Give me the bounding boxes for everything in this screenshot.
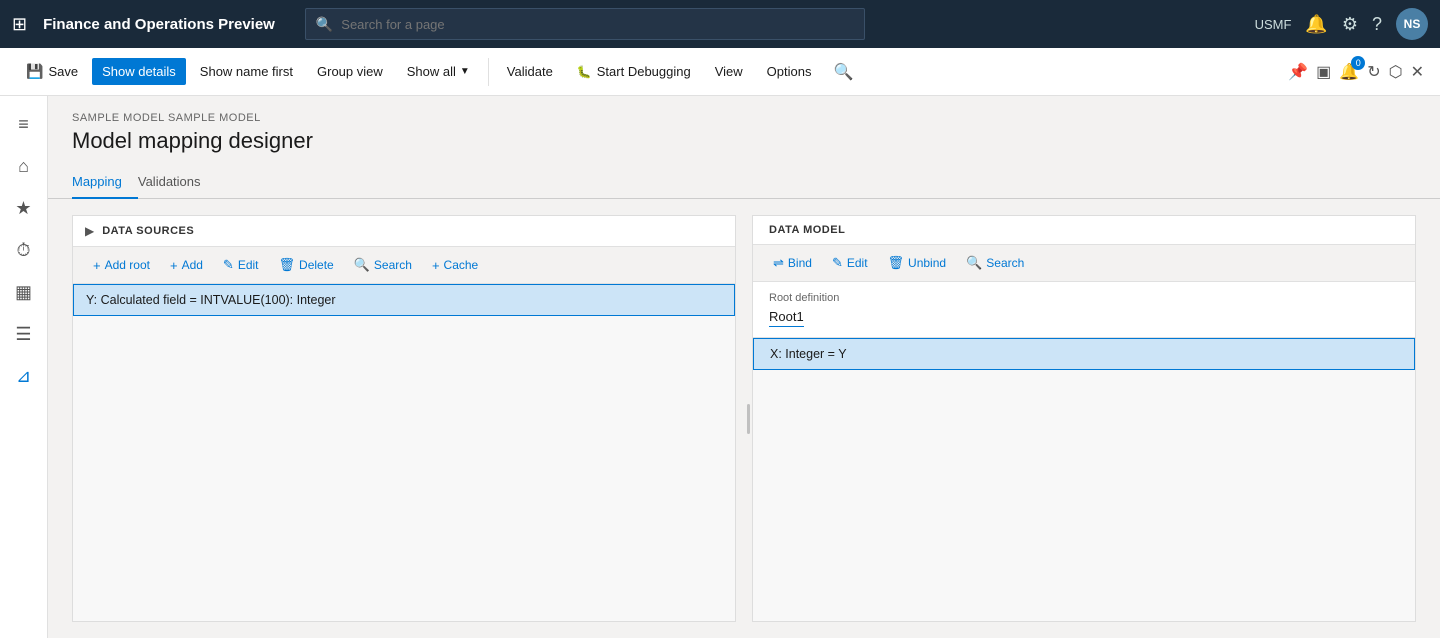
tab-validations[interactable]: Validations xyxy=(138,166,217,199)
view-button[interactable]: View xyxy=(705,58,753,85)
save-button[interactable]: 💾 Save xyxy=(16,57,88,86)
search-btn-icon: 🔍 xyxy=(354,257,370,273)
tab-bar: Mapping Validations xyxy=(48,166,1440,199)
data-model-panel: DATA MODEL ⇌ Bind ✎ Edit 🗑 Unbind xyxy=(752,215,1416,622)
sidebar-hamburger-icon[interactable]: ≡ xyxy=(6,106,42,142)
data-model-title: DATA MODEL xyxy=(769,224,1399,236)
data-model-list: X: Integer = Y xyxy=(753,338,1415,621)
page-title: Model mapping designer xyxy=(72,128,1416,154)
popout-icon[interactable]: ⬡ xyxy=(1389,62,1403,82)
search-icon: 🔍 xyxy=(316,16,333,33)
dm-search-button[interactable]: 🔍 Search xyxy=(958,251,1032,275)
main-toolbar: 💾 Save Show details Show name first Grou… xyxy=(0,48,1440,96)
show-name-first-button[interactable]: Show name first xyxy=(190,58,303,85)
add-icon: + xyxy=(170,258,178,273)
unbind-button[interactable]: 🗑 Unbind xyxy=(880,251,955,275)
close-icon[interactable]: ✕ xyxy=(1411,62,1424,82)
dm-edit-button[interactable]: ✎ Edit xyxy=(824,251,876,275)
bind-icon: ⇌ xyxy=(773,255,784,271)
badge-count: 0 xyxy=(1351,56,1365,70)
left-sidebar: ≡ ⌂ ★ ⏱ ▦ ☰ ⊿ xyxy=(0,96,48,638)
sidebar-recent-icon[interactable]: ⏱ xyxy=(6,232,42,268)
nav-right-area: USMF 🔔 ⚙ ? NS xyxy=(1255,8,1428,40)
sidebar-workspace-icon[interactable]: ▦ xyxy=(6,274,42,310)
table-row[interactable]: Y: Calculated field = INTVALUE(100): Int… xyxy=(73,284,735,316)
sidebar-filter-icon[interactable]: ⊿ xyxy=(6,358,42,394)
add-root-button[interactable]: + Add root xyxy=(85,254,158,277)
dm-search-icon: 🔍 xyxy=(966,255,982,271)
data-sources-title: DATA SOURCES xyxy=(102,225,194,237)
show-all-button[interactable]: Show all ▼ xyxy=(397,58,480,85)
debug-icon: 🐛 xyxy=(577,65,592,79)
notification-badge[interactable]: 🔔 0 xyxy=(1339,62,1359,82)
options-button[interactable]: Options xyxy=(757,58,822,85)
add-button[interactable]: + Add xyxy=(162,254,211,277)
toolbar-divider-1 xyxy=(488,58,489,86)
root-definition-value[interactable]: Root1 xyxy=(769,309,804,327)
delete-button[interactable]: 🗑 Delete xyxy=(271,253,342,277)
root-definition-section: Root definition Root1 xyxy=(753,282,1415,338)
chevron-down-icon: ▼ xyxy=(460,66,470,77)
data-sources-header: ▶ DATA SOURCES xyxy=(73,216,735,247)
main-layout: ≡ ⌂ ★ ⏱ ▦ ☰ ⊿ SAMPLE MODEL SAMPLE MODEL … xyxy=(0,96,1440,638)
refresh-icon[interactable]: ↻ xyxy=(1367,62,1380,82)
cache-button[interactable]: + Cache xyxy=(424,254,486,277)
org-label: USMF xyxy=(1255,17,1292,32)
validate-button[interactable]: Validate xyxy=(497,58,563,85)
show-details-button[interactable]: Show details xyxy=(92,58,186,85)
global-search-box[interactable]: 🔍 xyxy=(305,8,865,40)
group-view-button[interactable]: Group view xyxy=(307,58,393,85)
delete-icon: 🗑 xyxy=(279,257,296,273)
edit-button[interactable]: ✎ Edit xyxy=(215,253,267,277)
search-button[interactable]: 🔍 Search xyxy=(346,253,420,277)
settings-icon[interactable]: ⚙ xyxy=(1342,14,1358,35)
breadcrumb: SAMPLE MODEL SAMPLE MODEL xyxy=(72,112,1416,124)
dm-edit-icon: ✎ xyxy=(832,255,843,271)
collapse-icon[interactable]: ▶ xyxy=(85,224,94,238)
data-sources-toolbar: + Add root + Add ✎ Edit 🗑 Delete xyxy=(73,247,735,284)
expand-icon[interactable]: ▣ xyxy=(1316,62,1331,82)
data-sources-list: Y: Calculated field = INTVALUE(100): Int… xyxy=(73,284,735,621)
sidebar-home-icon[interactable]: ⌂ xyxy=(6,148,42,184)
sidebar-favorites-icon[interactable]: ★ xyxy=(6,190,42,226)
pin-icon[interactable]: 📌 xyxy=(1288,62,1308,82)
panel-resize-handle[interactable] xyxy=(744,215,752,622)
tab-mapping[interactable]: Mapping xyxy=(72,166,138,199)
root-definition-label: Root definition xyxy=(769,292,1399,304)
toolbar-right-icons: 📌 ▣ 🔔 0 ↻ ⬡ ✕ xyxy=(1288,62,1424,82)
data-sources-panel: ▶ DATA SOURCES + Add root + Add ✎ Edit xyxy=(72,215,736,622)
top-nav-bar: ⊞ Finance and Operations Preview 🔍 USMF … xyxy=(0,0,1440,48)
divider-bar xyxy=(747,404,750,434)
page-header: SAMPLE MODEL SAMPLE MODEL Model mapping … xyxy=(48,96,1440,166)
app-title: Finance and Operations Preview xyxy=(43,16,275,33)
data-model-header: DATA MODEL xyxy=(753,216,1415,245)
save-icon: 💾 xyxy=(26,63,43,80)
avatar[interactable]: NS xyxy=(1396,8,1428,40)
cache-icon: + xyxy=(432,258,440,273)
bind-button[interactable]: ⇌ Bind xyxy=(765,251,820,275)
search-input[interactable] xyxy=(341,17,854,32)
help-icon[interactable]: ? xyxy=(1372,14,1382,35)
start-debugging-button[interactable]: 🐛 Start Debugging xyxy=(567,58,701,85)
add-root-icon: + xyxy=(93,258,101,273)
content-area: SAMPLE MODEL SAMPLE MODEL Model mapping … xyxy=(48,96,1440,638)
table-row[interactable]: X: Integer = Y xyxy=(753,338,1415,370)
edit-icon: ✎ xyxy=(223,257,234,273)
grid-icon[interactable]: ⊞ xyxy=(12,14,27,35)
sidebar-list-icon[interactable]: ☰ xyxy=(6,316,42,352)
toolbar-search-icon[interactable]: 🔍 xyxy=(833,62,853,82)
mapping-content: ▶ DATA SOURCES + Add root + Add ✎ Edit xyxy=(48,199,1440,638)
notification-icon[interactable]: 🔔 xyxy=(1305,14,1327,35)
data-model-toolbar: ⇌ Bind ✎ Edit 🗑 Unbind 🔍 Search xyxy=(753,245,1415,282)
unbind-icon: 🗑 xyxy=(888,255,905,271)
